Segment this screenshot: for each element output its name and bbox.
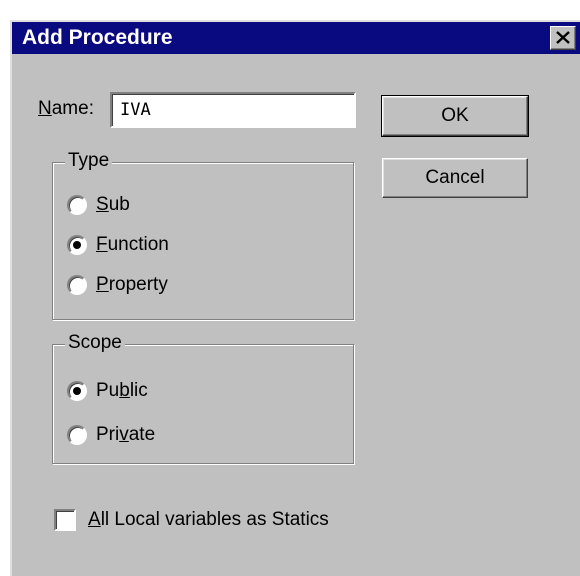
close-icon — [556, 31, 570, 44]
radio-property[interactable]: Property — [67, 273, 168, 297]
radio-sub-label: Sub — [96, 194, 130, 215]
cancel-button[interactable]: Cancel — [382, 158, 528, 198]
title-bar[interactable]: Add Procedure — [12, 22, 580, 54]
radio-public-label: Public — [96, 380, 148, 401]
scope-group-title: Scope — [65, 332, 125, 354]
radio-property-circle[interactable] — [67, 275, 87, 295]
radio-private[interactable]: Private — [67, 423, 155, 447]
radio-function-label: Function — [96, 234, 169, 255]
name-input[interactable]: IVA — [110, 92, 356, 128]
statics-checkbox[interactable] — [54, 509, 76, 531]
radio-function-circle[interactable] — [67, 235, 87, 255]
statics-checkbox-label: All Local variables as Statics — [88, 509, 329, 530]
name-label: Name: — [38, 98, 94, 119]
radio-private-label: Private — [96, 424, 156, 445]
close-button[interactable] — [550, 26, 576, 50]
radio-private-circle[interactable] — [67, 425, 87, 445]
radio-function[interactable]: Function — [67, 233, 169, 257]
statics-checkbox-row[interactable]: All Local variables as Statics — [54, 508, 329, 532]
radio-sub[interactable]: Sub — [67, 193, 130, 217]
radio-public[interactable]: Public — [67, 379, 148, 403]
type-group: Type Sub Function Property — [52, 150, 354, 320]
ok-button[interactable]: OK — [381, 95, 529, 137]
radio-property-label: Property — [96, 274, 168, 295]
add-procedure-dialog: Add Procedure Name: IVA OK Cancel Type S… — [10, 20, 580, 576]
dialog-title: Add Procedure — [22, 26, 173, 49]
radio-sub-circle[interactable] — [67, 195, 87, 215]
radio-public-circle[interactable] — [67, 381, 87, 401]
type-group-title: Type — [65, 150, 113, 172]
scope-group: Scope Public Private — [52, 332, 354, 464]
